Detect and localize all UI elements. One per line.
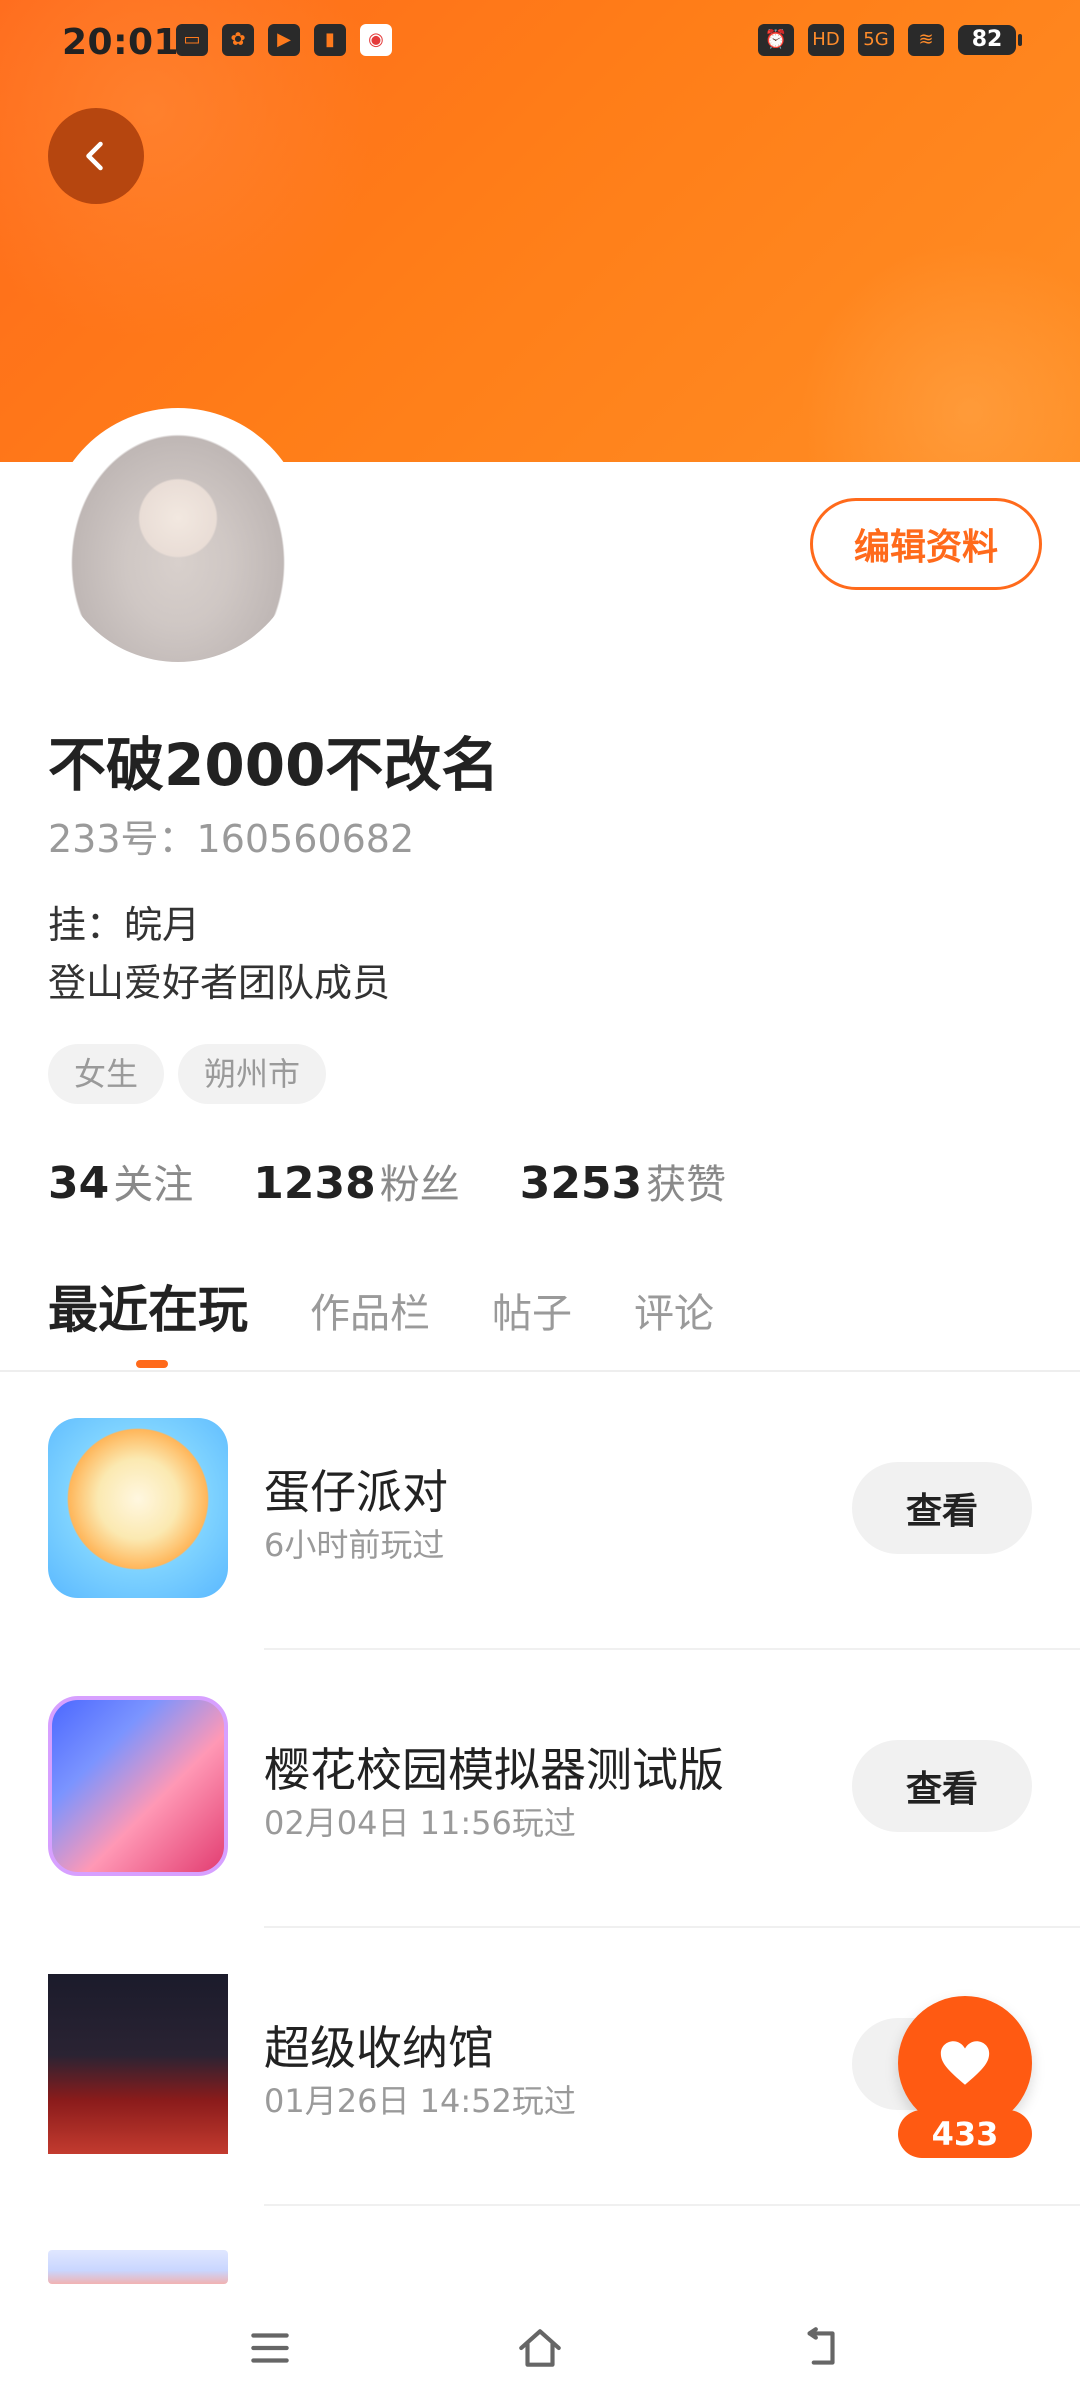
- game-last-played: 6小时前玩过: [264, 1526, 445, 1564]
- active-tab-indicator: [136, 1360, 168, 1368]
- stat-following[interactable]: 34 关注: [48, 1152, 193, 1210]
- signal-icon: 5G: [858, 24, 894, 56]
- menu-icon: [251, 2333, 289, 2363]
- profile-tags: 女生 朔州市: [48, 1044, 327, 1104]
- game-title: 樱花校园模拟器测试版: [264, 1743, 724, 1797]
- menu-button[interactable]: [240, 2318, 300, 2378]
- stat-label: 关注: [113, 1162, 194, 1208]
- list-item[interactable]: 蛋仔派对 6小时前玩过 查看: [0, 1372, 1080, 1650]
- list-item[interactable]: 樱花校园模拟器测试版 02月04日 11:56玩过 查看: [0, 1650, 1080, 1928]
- stat-likes[interactable]: 3253 获赞: [520, 1152, 726, 1210]
- edit-profile-button[interactable]: 编辑资料: [810, 498, 1042, 590]
- map-icon: ◉: [360, 24, 392, 56]
- view-button[interactable]: 查看: [852, 1740, 1032, 1832]
- game-icon: [48, 1974, 228, 2154]
- tab-recent-played[interactable]: 最近在玩: [48, 1270, 248, 1342]
- stat-label: 粉丝: [379, 1162, 460, 1208]
- profile-name: 不破2000不改名: [48, 731, 500, 799]
- stat-number: 3253: [519, 1158, 643, 1209]
- status-bar: 20:01 ▭ ✿ ▶ ▮ ◉ ⏰ HD 5G ≋ 82: [0, 0, 1080, 84]
- game-icon: [48, 1418, 228, 1598]
- like-count: 433: [898, 2110, 1032, 2158]
- app-notification-icon: ✿: [222, 24, 254, 56]
- tab-comments[interactable]: 评论: [634, 1281, 714, 1339]
- stat-number: 1238: [253, 1158, 376, 1209]
- play-icon: ▶: [268, 24, 300, 56]
- avatar[interactable]: [54, 414, 302, 662]
- game-title: 超级收纳馆: [264, 2021, 494, 2075]
- system-icons: ⏰ HD 5G ≋ 82: [758, 24, 1022, 56]
- game-last-played: 01月26日 14:52玩过: [264, 2082, 576, 2120]
- stat-label: 获赞: [646, 1162, 727, 1208]
- app-notification-icon: ▭: [176, 24, 208, 56]
- profile-id: 233号：160560682: [48, 817, 415, 861]
- wifi-icon: ≋: [908, 24, 944, 56]
- notification-icons: ▭ ✿ ▶ ▮ ◉: [176, 24, 392, 56]
- heart-icon: [940, 2041, 990, 2085]
- tag-gender: 女生: [48, 1044, 165, 1104]
- game-icon: [48, 1696, 228, 1876]
- game-last-played: 02月04日 11:56玩过: [264, 1804, 576, 1842]
- avatar-image: [54, 414, 302, 662]
- stat-number: 34: [48, 1158, 110, 1209]
- back-icon: [807, 2327, 835, 2365]
- system-navigation-bar: [0, 2284, 1080, 2408]
- battery-indicator: 82: [958, 25, 1022, 55]
- profile-bio: 挂：皖月 登山爱好者团队成员: [48, 896, 390, 1012]
- bio-line: 挂：皖月: [48, 903, 201, 947]
- banner-decoration: [800, 242, 1080, 462]
- tag-location: 朔州市: [178, 1044, 327, 1104]
- home-button[interactable]: [510, 2318, 570, 2378]
- status-time: 20:01: [62, 22, 180, 63]
- view-button[interactable]: 查看: [852, 1462, 1032, 1554]
- home-icon: [519, 2329, 561, 2367]
- back-nav-button[interactable]: [790, 2318, 850, 2378]
- list-divider: [264, 2204, 1080, 2206]
- game-title: 蛋仔派对: [264, 1465, 448, 1519]
- game-icon-partial: [48, 2250, 228, 2284]
- profile-tabs: 最近在玩 作品栏 帖子 评论: [48, 1270, 714, 1342]
- tab-posts[interactable]: 帖子: [492, 1281, 572, 1339]
- book-icon: ▮: [314, 24, 346, 56]
- chevron-left-icon: [86, 141, 103, 171]
- alarm-icon: ⏰: [758, 24, 794, 56]
- tab-works[interactable]: 作品栏: [310, 1281, 430, 1339]
- hd-icon: HD: [808, 24, 844, 56]
- back-button[interactable]: [48, 108, 144, 204]
- stat-followers[interactable]: 1238 粉丝: [253, 1152, 459, 1210]
- profile-stats: 34 关注 1238 粉丝 3253 获赞: [48, 1152, 726, 1210]
- bio-line: 登山爱好者团队成员: [48, 961, 391, 1005]
